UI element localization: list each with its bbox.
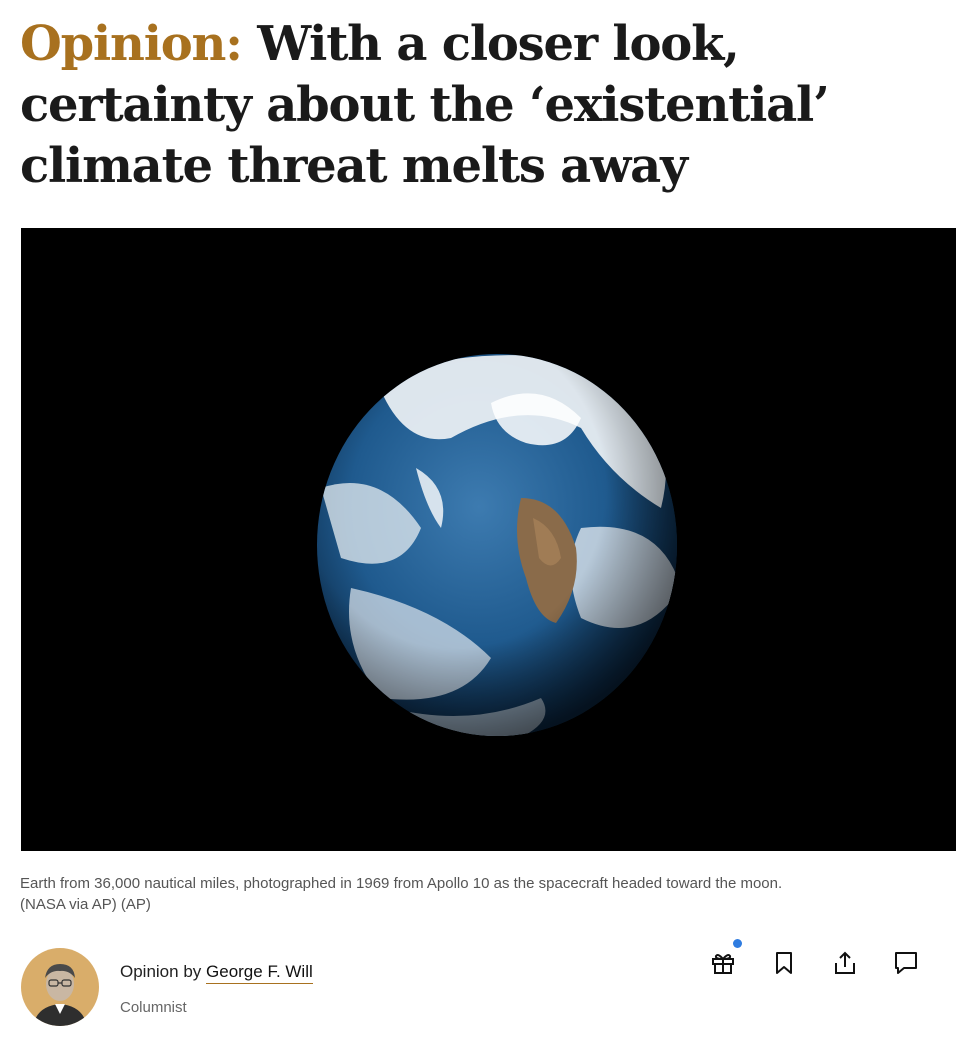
article-headline: Opinion: With a closer look, certainty a… bbox=[20, 14, 940, 197]
earth-photo bbox=[317, 354, 677, 736]
byline: Opinion by George F. Will bbox=[120, 960, 313, 984]
author-role: Columnist bbox=[120, 999, 187, 1016]
author-link[interactable]: George F. Will bbox=[206, 962, 313, 984]
caption-credit: (NASA via AP) (AP) bbox=[20, 896, 151, 913]
author-photo bbox=[33, 964, 87, 1026]
comment-icon bbox=[895, 952, 917, 974]
caption-text: Earth from 36,000 nautical miles, photog… bbox=[20, 875, 783, 892]
author-avatar[interactable] bbox=[21, 948, 99, 1026]
article-actions bbox=[706, 939, 928, 980]
bookmark-icon bbox=[776, 952, 792, 974]
image-caption: Earth from 36,000 nautical miles, photog… bbox=[20, 873, 965, 915]
hero-image bbox=[21, 228, 956, 851]
gift-icon bbox=[712, 954, 734, 974]
gift-article-button[interactable] bbox=[706, 939, 742, 980]
share-button[interactable] bbox=[828, 946, 862, 980]
notification-dot bbox=[733, 939, 742, 948]
share-icon bbox=[835, 951, 855, 974]
comments-button[interactable] bbox=[889, 946, 923, 980]
save-button[interactable] bbox=[767, 946, 801, 980]
opinion-kicker: Opinion: bbox=[20, 16, 243, 72]
byline-prefix: Opinion by bbox=[120, 962, 202, 981]
